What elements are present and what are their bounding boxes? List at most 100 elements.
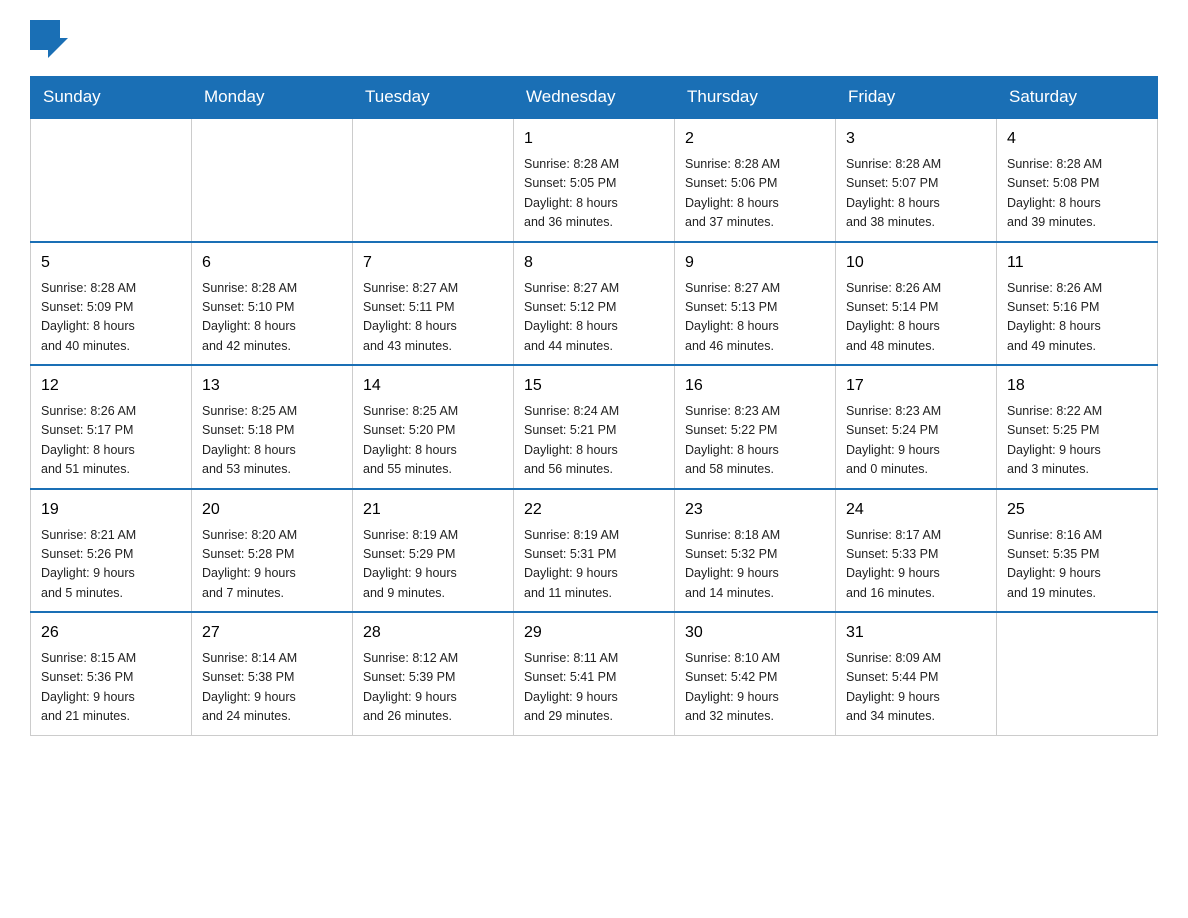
calendar-cell: 15Sunrise: 8:24 AMSunset: 5:21 PMDayligh… — [514, 365, 675, 489]
calendar-header-row: SundayMondayTuesdayWednesdayThursdayFrid… — [31, 77, 1158, 119]
day-number: 18 — [1007, 374, 1147, 398]
day-number: 11 — [1007, 251, 1147, 275]
calendar-cell: 25 Sunrise: 8:16 AMSunset: 5:35 PMDayligh… — [997, 489, 1158, 613]
day-number: 23 — [685, 498, 825, 522]
calendar-cell: 2 Sunrise: 8:28 AMSunset: 5:06 PMDaylight… — [675, 118, 836, 242]
header-saturday: Saturday — [997, 77, 1158, 119]
day-number: 6 — [202, 251, 342, 275]
calendar-cell: 22 Sunrise: 8:19 AMSunset: 5:31 PMDayligh… — [514, 489, 675, 613]
header-monday: Monday — [192, 77, 353, 119]
calendar-cell: 5 Sunrise: 8:28 AMSunset: 5:09 PMDaylight… — [31, 242, 192, 366]
calendar-cell: 14 Sunrise: 8:25 AMSunset: 5:20 PMDayligh… — [353, 365, 514, 489]
day-number: 4 — [1007, 127, 1147, 151]
day-number: 26 — [41, 621, 181, 645]
calendar-cell: 4 Sunrise: 8:28 AMSunset: 5:08 PMDaylight… — [997, 118, 1158, 242]
calendar-cell — [997, 612, 1158, 735]
day-number: 8 — [524, 251, 664, 275]
day-info: Sunrise: 8:14 AMSunset: 5:38 PMDaylight:… — [202, 649, 342, 727]
day-number: 31 — [846, 621, 986, 645]
day-info: Sunrise: 8:18 AMSunset: 5:32 PMDaylight:… — [685, 526, 825, 604]
day-info: Sunrise: 8:25 AMSunset: 5:20 PMDaylight:… — [363, 402, 503, 480]
calendar-cell: 1Sunrise: 8:28 AMSunset: 5:05 PMDaylight… — [514, 118, 675, 242]
calendar-cell: 27 Sunrise: 8:14 AMSunset: 5:38 PMDayligh… — [192, 612, 353, 735]
day-number: 28 — [363, 621, 503, 645]
logo — [30, 20, 74, 66]
day-number: 25 — [1007, 498, 1147, 522]
calendar-cell: 10 Sunrise: 8:26 AMSunset: 5:14 PMDayligh… — [836, 242, 997, 366]
week-row-0: 1Sunrise: 8:28 AMSunset: 5:05 PMDaylight… — [31, 118, 1158, 242]
calendar-cell: 11 Sunrise: 8:26 AMSunset: 5:16 PMDayligh… — [997, 242, 1158, 366]
day-info: Sunrise: 8:25 AMSunset: 5:18 PMDaylight:… — [202, 402, 342, 480]
day-info: Sunrise: 8:11 AMSunset: 5:41 PMDaylight:… — [524, 649, 664, 727]
day-number: 29 — [524, 621, 664, 645]
calendar-cell: 20 Sunrise: 8:20 AMSunset: 5:28 PMDayligh… — [192, 489, 353, 613]
day-info: Sunrise: 8:27 AMSunset: 5:11 PMDaylight:… — [363, 279, 503, 357]
calendar-cell: 29 Sunrise: 8:11 AMSunset: 5:41 PMDayligh… — [514, 612, 675, 735]
calendar-cell: 31 Sunrise: 8:09 AMSunset: 5:44 PMDayligh… — [836, 612, 997, 735]
day-number: 24 — [846, 498, 986, 522]
day-number: 22 — [524, 498, 664, 522]
day-info: Sunrise: 8:19 AMSunset: 5:31 PMDaylight:… — [524, 526, 664, 604]
day-info: Sunrise: 8:17 AMSunset: 5:33 PMDaylight:… — [846, 526, 986, 604]
week-row-4: 26 Sunrise: 8:15 AMSunset: 5:36 PMDayligh… — [31, 612, 1158, 735]
day-info: Sunrise: 8:12 AMSunset: 5:39 PMDaylight:… — [363, 649, 503, 727]
calendar-table: SundayMondayTuesdayWednesdayThursdayFrid… — [30, 76, 1158, 736]
day-number: 27 — [202, 621, 342, 645]
day-number: 20 — [202, 498, 342, 522]
calendar-cell: 9Sunrise: 8:27 AMSunset: 5:13 PMDaylight… — [675, 242, 836, 366]
day-info: Sunrise: 8:28 AMSunset: 5:08 PMDaylight:… — [1007, 155, 1147, 233]
day-number: 10 — [846, 251, 986, 275]
calendar-cell: 30Sunrise: 8:10 AMSunset: 5:42 PMDayligh… — [675, 612, 836, 735]
day-info: Sunrise: 8:21 AMSunset: 5:26 PMDaylight:… — [41, 526, 181, 604]
day-number: 5 — [41, 251, 181, 275]
day-info: Sunrise: 8:27 AMSunset: 5:13 PMDaylight:… — [685, 279, 825, 357]
calendar-cell: 3 Sunrise: 8:28 AMSunset: 5:07 PMDaylight… — [836, 118, 997, 242]
calendar-cell: 17Sunrise: 8:23 AMSunset: 5:24 PMDayligh… — [836, 365, 997, 489]
calendar-cell: 7 Sunrise: 8:27 AMSunset: 5:11 PMDaylight… — [353, 242, 514, 366]
header-thursday: Thursday — [675, 77, 836, 119]
day-info: Sunrise: 8:26 AMSunset: 5:14 PMDaylight:… — [846, 279, 986, 357]
day-number: 21 — [363, 498, 503, 522]
header-friday: Friday — [836, 77, 997, 119]
day-number: 3 — [846, 127, 986, 151]
calendar-cell: 26 Sunrise: 8:15 AMSunset: 5:36 PMDayligh… — [31, 612, 192, 735]
week-row-2: 12Sunrise: 8:26 AMSunset: 5:17 PMDayligh… — [31, 365, 1158, 489]
day-info: Sunrise: 8:28 AMSunset: 5:06 PMDaylight:… — [685, 155, 825, 233]
day-number: 1 — [524, 127, 664, 151]
calendar-cell — [31, 118, 192, 242]
day-info: Sunrise: 8:20 AMSunset: 5:28 PMDaylight:… — [202, 526, 342, 604]
header-wednesday: Wednesday — [514, 77, 675, 119]
calendar-cell: 12Sunrise: 8:26 AMSunset: 5:17 PMDayligh… — [31, 365, 192, 489]
day-number: 19 — [41, 498, 181, 522]
calendar-cell: 24 Sunrise: 8:17 AMSunset: 5:33 PMDayligh… — [836, 489, 997, 613]
calendar-cell: 18 Sunrise: 8:22 AMSunset: 5:25 PMDayligh… — [997, 365, 1158, 489]
day-info: Sunrise: 8:15 AMSunset: 5:36 PMDaylight:… — [41, 649, 181, 727]
day-number: 16 — [685, 374, 825, 398]
calendar-cell: 13 Sunrise: 8:25 AMSunset: 5:18 PMDayligh… — [192, 365, 353, 489]
day-info: Sunrise: 8:27 AMSunset: 5:12 PMDaylight:… — [524, 279, 664, 357]
calendar-cell: 6Sunrise: 8:28 AMSunset: 5:10 PMDaylight… — [192, 242, 353, 366]
calendar-cell: 8 Sunrise: 8:27 AMSunset: 5:12 PMDaylight… — [514, 242, 675, 366]
day-info: Sunrise: 8:26 AMSunset: 5:17 PMDaylight:… — [41, 402, 181, 480]
calendar-cell — [353, 118, 514, 242]
header-tuesday: Tuesday — [353, 77, 514, 119]
day-number: 7 — [363, 251, 503, 275]
day-info: Sunrise: 8:19 AMSunset: 5:29 PMDaylight:… — [363, 526, 503, 604]
header-sunday: Sunday — [31, 77, 192, 119]
day-number: 2 — [685, 127, 825, 151]
week-row-1: 5 Sunrise: 8:28 AMSunset: 5:09 PMDaylight… — [31, 242, 1158, 366]
day-info: Sunrise: 8:09 AMSunset: 5:44 PMDaylight:… — [846, 649, 986, 727]
day-info: Sunrise: 8:10 AMSunset: 5:42 PMDaylight:… — [685, 649, 825, 727]
day-info: Sunrise: 8:22 AMSunset: 5:25 PMDaylight:… — [1007, 402, 1147, 480]
day-info: Sunrise: 8:24 AMSunset: 5:21 PMDaylight:… — [524, 402, 664, 480]
day-info: Sunrise: 8:16 AMSunset: 5:35 PMDaylight:… — [1007, 526, 1147, 604]
day-info: Sunrise: 8:28 AMSunset: 5:07 PMDaylight:… — [846, 155, 986, 233]
day-info: Sunrise: 8:28 AMSunset: 5:09 PMDaylight:… — [41, 279, 181, 357]
day-info: Sunrise: 8:23 AMSunset: 5:22 PMDaylight:… — [685, 402, 825, 480]
day-number: 17 — [846, 374, 986, 398]
calendar-cell: 19 Sunrise: 8:21 AMSunset: 5:26 PMDayligh… — [31, 489, 192, 613]
day-number: 14 — [363, 374, 503, 398]
day-info: Sunrise: 8:26 AMSunset: 5:16 PMDaylight:… — [1007, 279, 1147, 357]
calendar-cell: 28 Sunrise: 8:12 AMSunset: 5:39 PMDayligh… — [353, 612, 514, 735]
day-number: 13 — [202, 374, 342, 398]
